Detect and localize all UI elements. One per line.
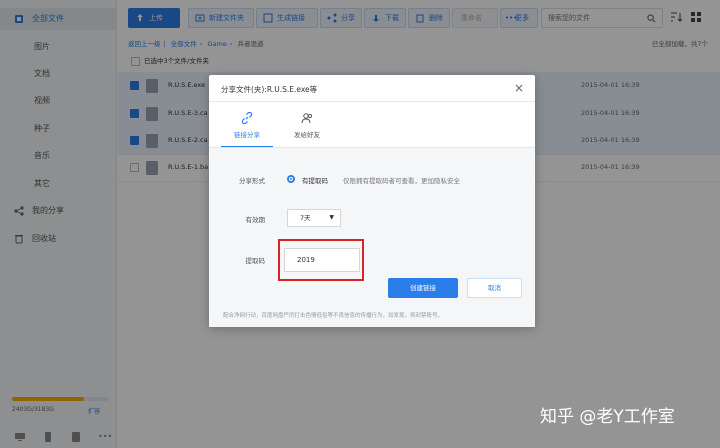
with-code-option-label[interactable]: 有提取码 — [302, 175, 328, 185]
tab-send-friend[interactable]: 发给好友 — [281, 106, 333, 144]
share-form-label: 分享形式 — [239, 177, 265, 185]
validity-select[interactable]: 7天 ▼ — [287, 209, 341, 227]
code-label: 提取码 — [245, 257, 266, 265]
share-form-hint: 仅限拥有提取码者可查看，更加隐私安全 — [343, 177, 460, 185]
watermark-text: 知乎 @老Y工作室 — [540, 407, 675, 427]
link-icon — [241, 112, 253, 124]
validity-label: 有效期 — [245, 216, 266, 224]
tab-link-share[interactable]: 链接分享 — [221, 106, 273, 148]
validity-value: 7天 — [300, 214, 311, 222]
chevron-down-icon: ▼ — [329, 214, 334, 221]
with-code-radio[interactable] — [287, 175, 295, 183]
policy-note: 配合净网行动，百度网盘严厉打击色情低俗等不良信息的传播行为，如发现，将封禁账号。 — [223, 313, 444, 319]
share-dialog: 分享文件(夹):R.U.S.E.exe等 × 链接分享 发给好友 分享形式 有提… — [209, 75, 535, 327]
tab-label: 发给好友 — [294, 131, 320, 139]
dialog-title: 分享文件(夹):R.U.S.E.exe等 — [221, 85, 318, 94]
friends-icon — [301, 113, 313, 124]
share-tabs: 链接分享 发给好友 — [209, 101, 535, 148]
create-link-button[interactable]: 创建链接 — [388, 278, 458, 298]
highlight-box — [278, 239, 364, 281]
share-form: 分享形式 有提取码 仅限拥有提取码者可查看，更加隐私安全 有效期 7天 ▼ 提取… — [209, 147, 535, 327]
close-icon[interactable]: × — [514, 81, 524, 95]
tab-label: 链接分享 — [234, 131, 260, 139]
cancel-button[interactable]: 取消 — [467, 278, 522, 298]
